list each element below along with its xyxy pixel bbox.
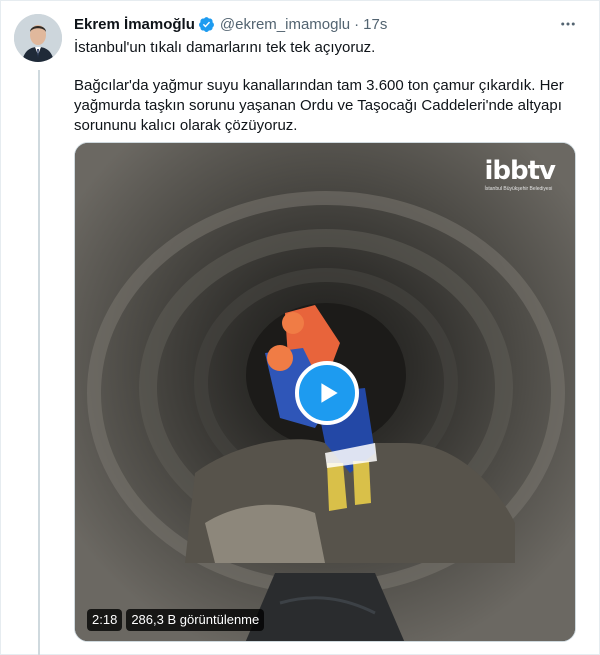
video-info-badges: 2:18 286,3 B görüntülenme bbox=[87, 609, 265, 631]
separator-dot: · bbox=[354, 15, 360, 33]
video-duration: 2:18 bbox=[87, 609, 123, 631]
thread-line bbox=[38, 70, 40, 655]
tweet-timestamp[interactable]: 17s bbox=[363, 16, 387, 33]
more-options-icon[interactable] bbox=[556, 14, 580, 34]
display-name[interactable]: Ekrem İmamoğlu bbox=[74, 16, 195, 33]
tweet-header: Ekrem İmamoğlu @ekrem_imamoglu · 17s bbox=[74, 14, 387, 34]
profile-avatar[interactable] bbox=[14, 14, 62, 62]
ibbtv-logo: ibbtv İstanbul Büyükşehir Belediyesi bbox=[484, 156, 556, 192]
logo-subtitle: İstanbul Büyükşehir Belediyesi bbox=[484, 186, 553, 192]
tweet-text-line2: Bağcılar'da yağmur suyu kanallarından ta… bbox=[74, 77, 564, 134]
tweet-text-line1: İstanbul'un tıkalı damarlarını tek tek a… bbox=[74, 39, 376, 56]
logo-text: ibbtv bbox=[484, 156, 556, 186]
view-count: 286,3 B görüntülenme bbox=[126, 609, 265, 631]
user-handle[interactable]: @ekrem_imamoglu bbox=[220, 16, 350, 33]
play-icon bbox=[321, 383, 338, 403]
play-button[interactable] bbox=[295, 361, 359, 425]
video-player[interactable]: ibbtv İstanbul Büyükşehir Belediyesi 2:1… bbox=[74, 142, 576, 642]
verified-badge-icon bbox=[198, 16, 215, 33]
